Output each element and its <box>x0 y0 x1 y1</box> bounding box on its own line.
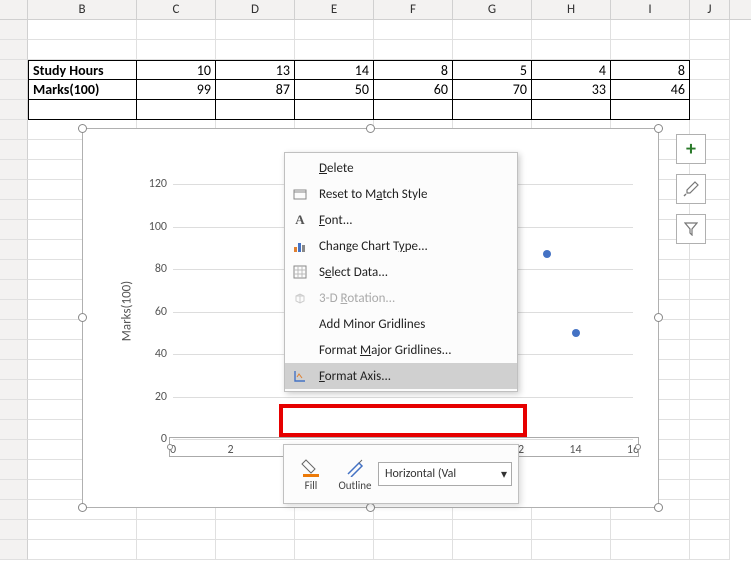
col-header-D[interactable]: D <box>216 0 295 19</box>
y-tick: 0 <box>161 432 167 446</box>
brush-icon <box>683 181 699 197</box>
fill-button[interactable]: Fill <box>290 448 332 500</box>
y-tick: 80 <box>155 262 167 276</box>
data-point[interactable] <box>572 329 580 337</box>
data-point[interactable] <box>543 250 551 258</box>
outline-button[interactable]: Outline <box>334 448 376 500</box>
mini-toolbar: Fill Outline Horizontal (Val ▾ <box>283 444 519 504</box>
col-header-G[interactable]: G <box>453 0 532 19</box>
cube-icon <box>291 291 309 305</box>
menu-change-chart-type[interactable]: Change Chart Type... <box>285 233 517 259</box>
fill-label: Fill <box>305 479 318 492</box>
chevron-down-icon: ▾ <box>501 467 507 482</box>
menu-reset-match-style[interactable]: Reset to Match Style <box>285 181 517 207</box>
chart-styles-button[interactable] <box>676 174 706 204</box>
chart-type-icon <box>291 239 309 253</box>
menu-3d-rotation: 3-D Rotation... <box>285 285 517 311</box>
col-header-F[interactable]: F <box>374 0 453 19</box>
menu-select-data[interactable]: Select Data... <box>285 259 517 285</box>
select-data-icon <box>291 265 309 279</box>
y-tick: 40 <box>155 347 167 361</box>
menu-delete[interactable]: Delete <box>285 155 517 181</box>
selector-value: Horizontal (Val <box>385 467 456 481</box>
context-menu: Delete Reset to Match Style A Font... Ch… <box>284 152 518 392</box>
chart-filters-button[interactable] <box>676 214 706 244</box>
y-axis-label[interactable]: Marks(100) <box>120 281 135 341</box>
col-header-H[interactable]: H <box>532 0 611 19</box>
format-axis-icon <box>291 369 309 383</box>
col-header-B[interactable]: B <box>28 0 137 19</box>
column-headers: BCDEFGHIJ <box>0 0 751 20</box>
menu-add-minor-gridlines[interactable]: Add Minor Gridlines <box>285 311 517 337</box>
y-tick: 120 <box>149 177 167 191</box>
col-header-C[interactable]: C <box>137 0 216 19</box>
outline-label: Outline <box>338 479 371 492</box>
y-tick: 100 <box>149 220 167 234</box>
col-header-E[interactable]: E <box>295 0 374 19</box>
menu-format-major-gridlines[interactable]: Format Major Gridlines... <box>285 337 517 363</box>
outline-icon <box>345 457 365 477</box>
reset-icon <box>291 187 309 201</box>
filter-icon <box>684 222 698 236</box>
font-icon: A <box>291 212 309 228</box>
menu-format-axis[interactable]: Format Axis... <box>285 363 517 389</box>
chart-element-selector[interactable]: Horizontal (Val ▾ <box>378 462 512 486</box>
y-tick: 60 <box>155 305 167 319</box>
col-header-I[interactable]: I <box>611 0 690 19</box>
menu-font[interactable]: A Font... <box>285 207 517 233</box>
fill-icon <box>301 457 321 477</box>
chart-elements-button[interactable]: + <box>676 134 706 164</box>
chart-side-buttons: + <box>676 134 706 244</box>
col-header-J[interactable]: J <box>690 0 730 19</box>
y-tick: 20 <box>155 390 167 404</box>
plus-icon: + <box>686 137 696 161</box>
